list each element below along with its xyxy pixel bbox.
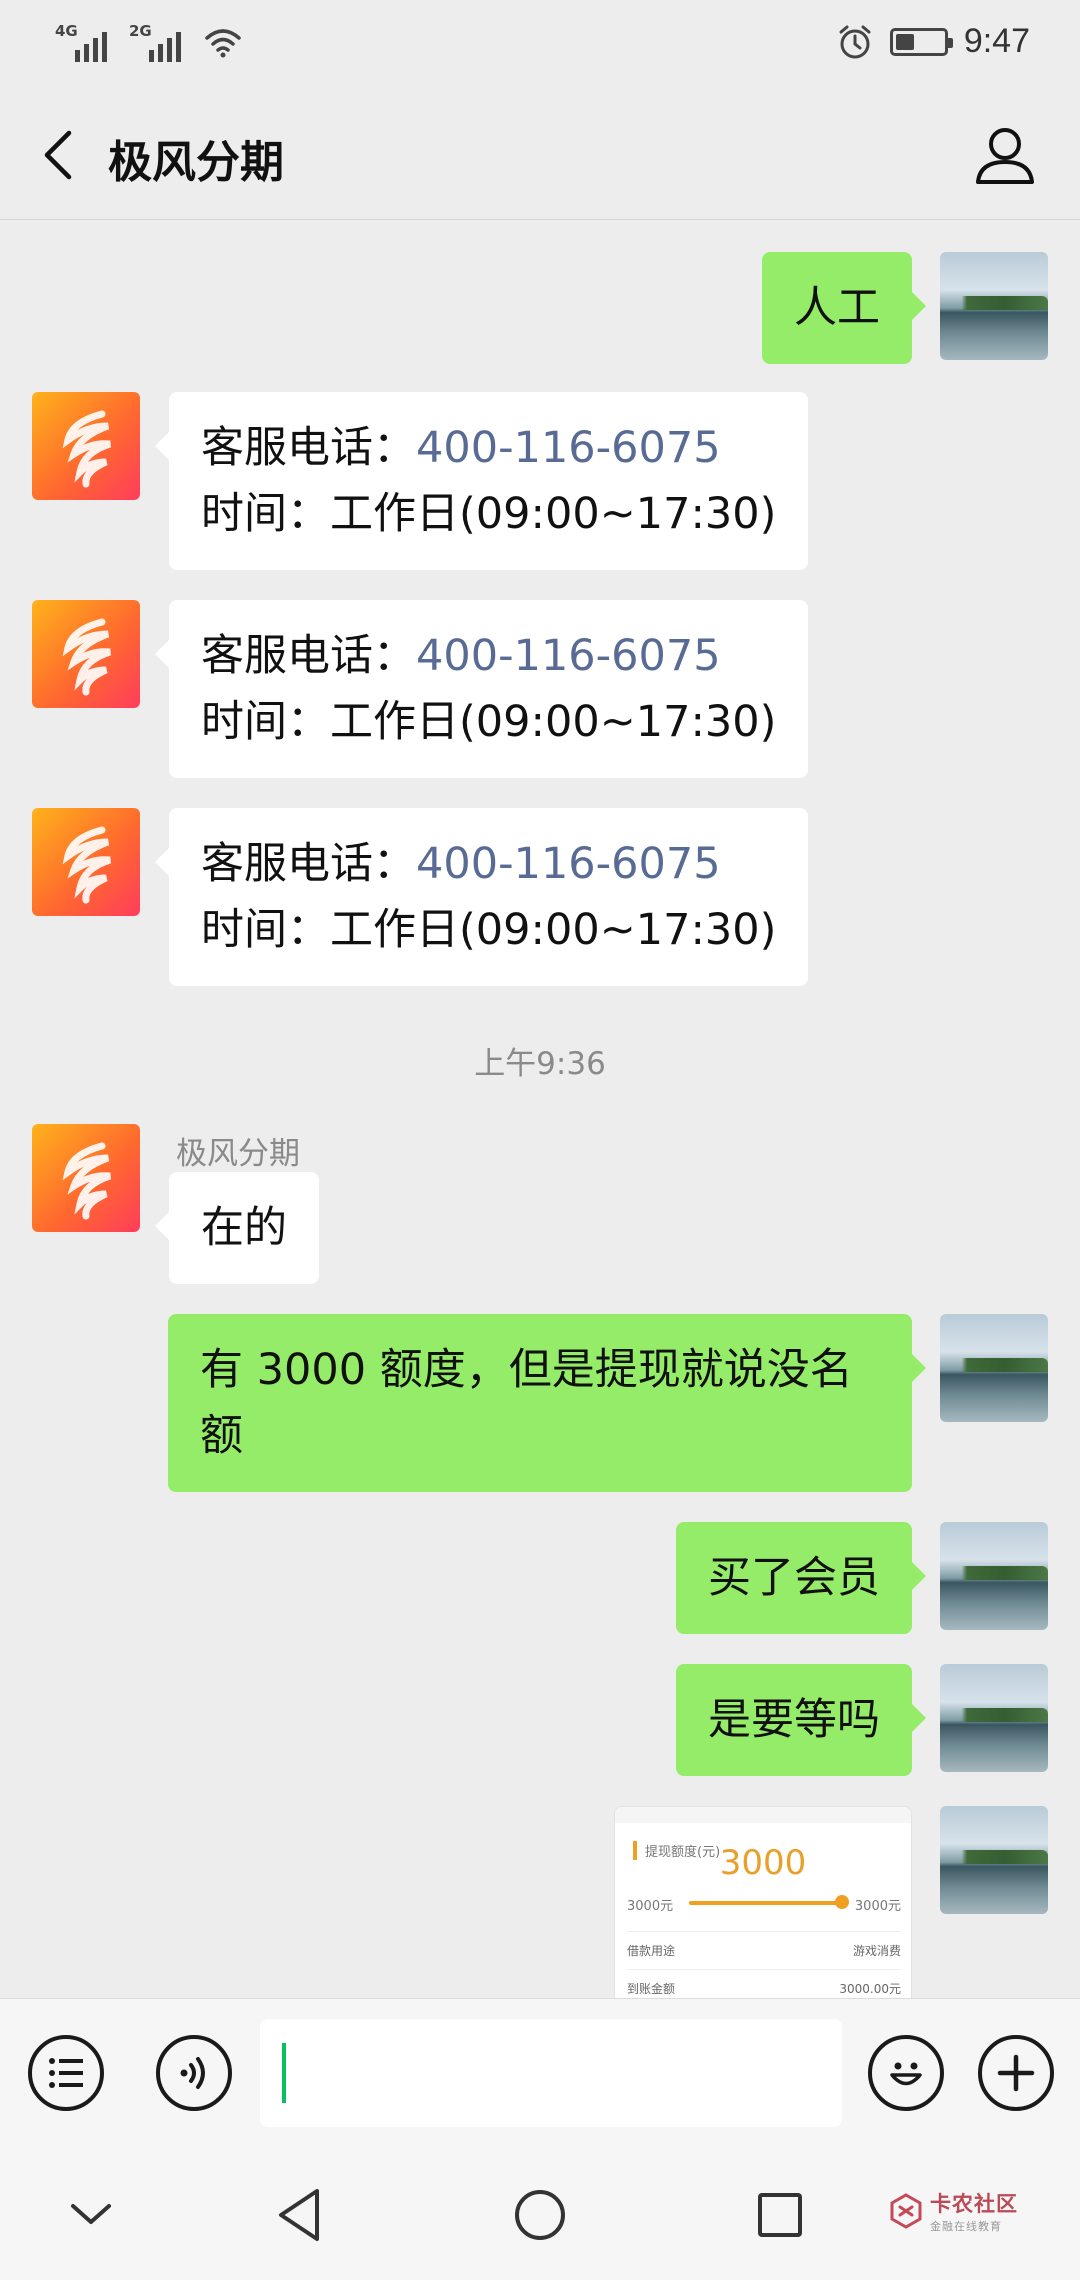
bot-avatar[interactable]: [32, 1124, 140, 1232]
image-row-purpose: 借款用途 游戏消费: [627, 1931, 901, 1959]
triangle-back-icon: [279, 2189, 319, 2241]
chevron-down-icon: [71, 2204, 111, 2224]
message-text: 人工: [794, 283, 880, 333]
flame-logo-icon: [62, 618, 112, 696]
more-actions-button[interactable]: [978, 2035, 1054, 2111]
message-timestamp: 上午9:36: [474, 1046, 606, 1082]
image-slider-knob: [835, 1895, 849, 1909]
page-title: 极风分期: [108, 137, 284, 188]
service-hours: 时间：工作日(09:00~17:30): [201, 697, 777, 747]
message-bubble-sent[interactable]: 是要等吗: [676, 1664, 926, 1776]
message-bubble-received[interactable]: 客服电话：400-116-6075 时间：工作日(09:00~17:30): [154, 808, 809, 986]
row-label: 到账金额: [627, 1982, 676, 1996]
row-value: 3000.00元: [839, 1982, 901, 1996]
message-bubble-received[interactable]: 客服电话：400-116-6075 时间：工作日(09:00~17:30): [154, 600, 809, 778]
nav-back-button[interactable]: [265, 2180, 335, 2250]
my-avatar[interactable]: [940, 1664, 1048, 1772]
system-nav-bar: 卡农社区 金融在线教育: [0, 2146, 1080, 2280]
signal-4g-icon: 4G: [55, 22, 115, 62]
phone-link[interactable]: 400-116-6075: [416, 423, 721, 473]
plus-icon: [997, 2054, 1035, 2092]
watermark-subtitle: 金融在线教育: [930, 2220, 1002, 2233]
back-button[interactable]: [28, 120, 88, 190]
battery-icon: [889, 27, 953, 56]
flame-logo-icon: [62, 1142, 112, 1220]
wifi-icon: [205, 29, 241, 58]
status-time: 9:47: [963, 22, 1030, 60]
chat-message-list[interactable]: 人工 客服电话：400-116-6075 时间：工作日(09:00~17:30)…: [0, 220, 1080, 1998]
alarm-icon: [839, 25, 871, 58]
voice-icon: [180, 2057, 205, 2089]
contact-label: 客服电话：: [201, 631, 416, 681]
row-label: 借款用途: [627, 1944, 676, 1958]
my-avatar[interactable]: [940, 1806, 1048, 1914]
message-bubble-received[interactable]: 在的: [155, 1172, 319, 1284]
menu-button[interactable]: [28, 2035, 104, 2111]
flame-logo-icon: [62, 410, 112, 488]
my-avatar[interactable]: [940, 1314, 1048, 1422]
message-bubble-sent[interactable]: 人工: [762, 252, 926, 364]
row-value: 游戏消费: [852, 1944, 901, 1958]
contact-label: 客服电话：: [201, 423, 416, 473]
nav-home-button[interactable]: [505, 2180, 575, 2250]
chat-info-button[interactable]: [970, 120, 1040, 190]
image-message[interactable]: 提现额度(元) 3000 3000元 3000元 借款用途 游戏消费 到账金额 …: [614, 1806, 912, 1998]
phone-link[interactable]: 400-116-6075: [416, 839, 721, 889]
service-hours: 时间：工作日(09:00~17:30): [201, 489, 777, 539]
phone-link[interactable]: 400-116-6075: [416, 631, 721, 681]
chat-header: 极风分期: [0, 90, 1080, 220]
sender-name: 极风分期: [176, 1136, 300, 1172]
message-input[interactable]: [260, 2019, 842, 2127]
bot-avatar[interactable]: [32, 808, 140, 916]
signal-2g-icon: 2G: [129, 22, 189, 62]
message-text: 在的: [201, 1203, 287, 1253]
message-text-line: 有 3000 额度，但是提现就说没名: [200, 1345, 853, 1395]
service-hours: 时间：工作日(09:00~17:30): [201, 905, 777, 955]
circle-home-icon: [515, 2190, 565, 2240]
watermark-logo-icon: [890, 2193, 922, 2229]
emoji-icon: [890, 2062, 922, 2086]
input-bar: [0, 1998, 1080, 2146]
message-text: 是要等吗: [708, 1695, 880, 1745]
image-slider-track: [689, 1901, 843, 1905]
image-max-value: 3000元: [854, 1899, 901, 1914]
message-text: 买了会员: [708, 1553, 880, 1603]
my-avatar[interactable]: [940, 1522, 1048, 1630]
image-row-amount: 到账金额 3000.00元: [627, 1969, 901, 1997]
watermark-title: 卡农社区: [930, 2192, 1018, 2216]
nav-recents-button[interactable]: [745, 2180, 815, 2250]
person-icon: [976, 128, 1034, 184]
chevron-left-icon: [44, 130, 72, 180]
image-quota-amount: 3000: [719, 1843, 807, 1883]
square-recent-icon: [758, 2193, 802, 2237]
watermark: 卡农社区 金融在线教育: [888, 2188, 1018, 2234]
my-avatar[interactable]: [940, 252, 1048, 360]
message-bubble-sent[interactable]: 买了会员: [676, 1522, 926, 1634]
status-bar: 4G 2G 9:47: [0, 0, 1080, 90]
message-bubble-received[interactable]: 客服电话：400-116-6075 时间：工作日(09:00~17:30): [154, 392, 809, 570]
contact-label: 客服电话：: [201, 839, 416, 889]
voice-button[interactable]: [156, 2035, 232, 2111]
bot-avatar[interactable]: [32, 600, 140, 708]
hide-nav-button[interactable]: [56, 2180, 126, 2250]
bot-avatar[interactable]: [32, 392, 140, 500]
message-bubble-sent[interactable]: 有 3000 额度，但是提现就说没名 额: [168, 1314, 926, 1492]
image-min-value: 3000元: [627, 1899, 674, 1914]
list-menu-icon: [49, 2058, 83, 2088]
message-text-line: 额: [200, 1411, 243, 1461]
text-cursor: [282, 2043, 286, 2103]
emoji-button[interactable]: [868, 2035, 944, 2111]
flame-logo-icon: [62, 826, 112, 904]
